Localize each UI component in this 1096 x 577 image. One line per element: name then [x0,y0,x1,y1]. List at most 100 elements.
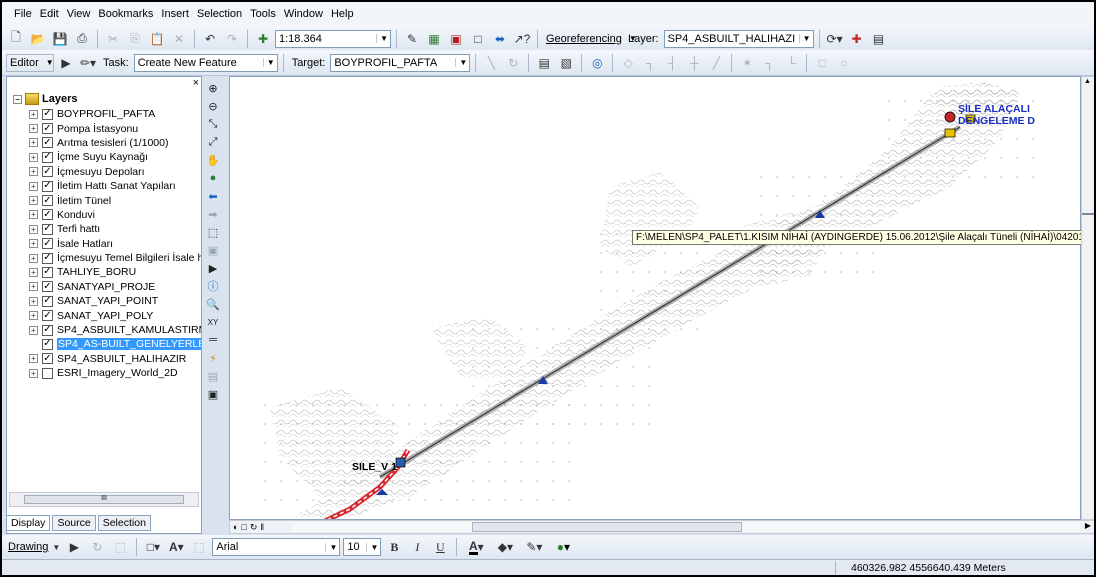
expand-icon[interactable]: + [29,138,38,148]
refresh-icon[interactable]: ↻ [250,522,258,533]
identify-icon[interactable]: ⓘ [204,278,222,294]
tab-selection[interactable]: Selection [97,515,151,531]
rotate-icon[interactable]: ↻ [87,537,107,557]
expand-icon[interactable]: + [29,124,38,134]
expand-icon[interactable]: + [29,181,38,191]
toc-horizontal-scrollbar[interactable]: III [9,492,199,507]
expand-icon[interactable]: + [29,311,38,321]
full-extent-icon[interactable]: ● [204,170,222,186]
menu-file[interactable]: File [10,8,36,20]
line-color-icon[interactable]: ✎▾ [521,537,547,557]
expand-icon[interactable]: + [29,152,38,162]
expand-icon[interactable]: + [29,210,38,220]
save-icon[interactable]: 💾 [50,29,70,49]
menu-tools[interactable]: Tools [246,8,280,20]
fill-color-icon[interactable]: ◆▾ [492,537,518,557]
rotate-tool-icon[interactable]: ↻ [503,53,523,73]
layer-row[interactable]: + ✓ SANAT_YAPI_POLY [29,308,201,322]
layer-visibility-checkbox[interactable]: ✓ [42,252,53,264]
open-icon[interactable]: 📂 [28,29,48,49]
layer-visibility-checkbox[interactable]: ✓ [42,108,53,120]
print-icon[interactable]: ⎙ [72,29,92,49]
expand-icon[interactable]: + [29,296,38,306]
chevron-down-icon[interactable]: ▼ [51,537,61,557]
layer-visibility-checkbox[interactable]: ✓ [42,209,53,221]
viewer-icon[interactable]: ▣ [204,386,222,402]
split-tool-icon[interactable]: ╲ [481,53,501,73]
trim-icon[interactable]: ┼ [684,53,704,73]
pan-icon[interactable]: ✋ [204,152,222,168]
layer-row[interactable]: + ✓ İsale Hatları [29,237,201,251]
measure-icon[interactable]: ═ [204,332,222,348]
layer-row[interactable]: + ✓ SANATYAPI_PROJE [29,280,201,294]
underline-button[interactable]: U [430,537,450,557]
generalize-icon[interactable]: ✶ [737,53,757,73]
map-scale-combo[interactable]: 1:18.364 ▼ [275,29,391,48]
select-elements-icon[interactable]: ▶ [204,260,222,276]
layer-row[interactable]: + ✓ Konduvi [29,208,201,222]
bold-button[interactable]: B [384,537,404,557]
fixed-zoom-in-icon[interactable]: ⤡ [204,116,222,132]
menu-bookmarks[interactable]: Bookmarks [94,8,157,20]
expand-icon[interactable]: + [29,167,38,177]
back-extent-icon[interactable]: ⬅ [204,188,222,204]
marker-color-icon[interactable]: ● ▾ [550,537,576,557]
go-to-xy-icon[interactable]: XY [204,314,222,330]
layer-visibility-checkbox[interactable] [42,367,53,379]
scroll-thumb[interactable] [1082,213,1094,215]
cut-icon[interactable]: ✂ [103,29,123,49]
layer-row[interactable]: + ✓ İçmesuyu Temel Bilgileri İsale ha [29,251,201,265]
menu-selection[interactable]: Selection [193,8,246,20]
zoom-in-icon[interactable]: ⊕ [204,80,222,96]
expand-icon[interactable]: + [29,253,38,263]
layer-visibility-checkbox[interactable]: ✓ [42,238,53,250]
layer-row[interactable]: + ESRI_Imagery_World_2D [29,366,201,380]
layer-visibility-checkbox[interactable]: ✓ [42,281,53,293]
redo-icon[interactable]: ↷ [222,29,242,49]
layer-row[interactable]: + ✓ Pompa İstasyonu [29,121,201,135]
expand-icon[interactable]: + [29,325,38,335]
layer-visibility-checkbox[interactable]: ✓ [42,223,53,235]
circle-icon[interactable]: ○ [834,53,854,73]
tab-source[interactable]: Source [52,515,96,531]
georeferencing-menu[interactable]: Georeferencing ▼ [543,30,637,48]
smooth-icon[interactable]: ┐ [759,53,779,73]
layer-visibility-checkbox[interactable]: ✓ [42,353,53,365]
layer-visibility-checkbox[interactable]: ✓ [42,266,53,278]
add-control-points-icon[interactable]: ✚ [847,29,867,49]
task-combo[interactable]: Create New Feature ▼ [133,53,278,72]
layers-root[interactable]: − Layers [13,93,77,105]
font-size-combo[interactable]: 10 ▼ [343,538,382,556]
tab-display[interactable]: Display [6,515,51,531]
arctoolbox-icon[interactable]: □ [468,29,488,49]
layer-row[interactable]: + ✓ SANAT_YAPI_POINT [29,294,201,308]
expand-icon[interactable]: + [29,267,38,277]
scroll-up-icon[interactable]: ▲ [1084,78,1091,85]
intersect-icon[interactable]: ╱ [706,53,726,73]
font-color-button[interactable]: A ▾ [463,537,489,557]
layer-visibility-checkbox[interactable]: ✓ [42,166,53,178]
sketch-properties-icon[interactable]: ▧ [556,53,576,73]
layer-row[interactable]: + ✓ İletim Tünel [29,193,201,207]
rectangle-icon[interactable]: □▾ [143,537,163,557]
extend-icon[interactable]: ┤ [662,53,682,73]
fixed-zoom-out-icon[interactable]: ⤢ [204,134,222,150]
text-icon[interactable]: A▾ [166,537,186,557]
toc-icon[interactable]: ▦ [424,29,444,49]
add-data-icon[interactable]: ✚ [253,29,273,49]
layer-row[interactable]: + ✓ TAHLIYE_BORU [29,265,201,279]
expand-icon[interactable]: + [29,109,38,119]
menu-window[interactable]: Window [280,8,327,20]
layer-row[interactable]: + ✓ İletim Hattı Sanat Yapıları [29,179,201,193]
italic-button[interactable]: I [407,537,427,557]
layer-row[interactable]: ✓ SP4_AS-BUILT_GENELYERLESIMI [29,337,201,351]
layer-visibility-checkbox[interactable]: ✓ [42,180,53,192]
layer-visibility-checkbox[interactable]: ✓ [42,310,53,322]
editor-menu[interactable]: Editor ▼ [6,53,54,72]
map-horizontal-scrollbar[interactable] [292,522,1080,532]
layer-row[interactable]: + ✓ BOYPROFIL_PAFTA [29,107,201,121]
edit-tool-icon[interactable]: ▶ [56,53,76,73]
layer-visibility-checkbox[interactable]: ✓ [42,324,53,336]
layer-visibility-checkbox[interactable]: ✓ [42,295,53,307]
expand-icon[interactable]: + [29,354,38,364]
